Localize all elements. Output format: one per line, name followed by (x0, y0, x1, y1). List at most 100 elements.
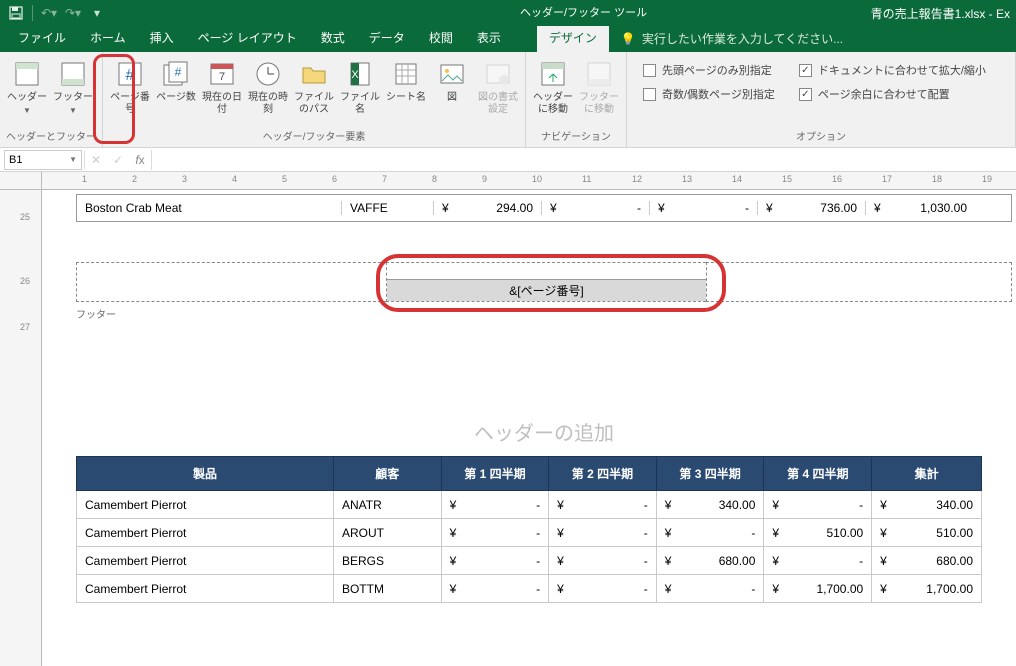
ruler-corner (0, 172, 42, 190)
window-filename: 青の売上報告書1.xlsx - Ex (871, 5, 1010, 22)
page-count-button[interactable]: # ページ数 (155, 56, 197, 106)
calendar-icon: 7 (206, 58, 238, 90)
col-q3[interactable]: 第 3 四半期 (656, 457, 764, 491)
opt-odd-even-different[interactable]: 奇数/偶数ページ別指定 (643, 86, 775, 102)
sheet-icon (390, 58, 422, 90)
name-box[interactable]: B1 ▼ (4, 150, 82, 170)
header-button[interactable]: ヘッダー▼ (6, 56, 48, 118)
col-q4[interactable]: 第 4 四半期 (764, 457, 872, 491)
footer-button[interactable]: フッター▼ (52, 56, 94, 118)
group-navigation: ヘッダーに移動 フッターに移動 ナビゲーション (526, 52, 627, 147)
col-q2[interactable]: 第 2 四半期 (549, 457, 657, 491)
chevron-down-icon: ▼ (69, 155, 77, 164)
group-options: 先頭ページのみ別指定 奇数/偶数ページ別指定 ✓ドキュメントに合わせて拡大/縮小… (627, 52, 1016, 147)
footer-code-text: &[ページ番号] (387, 279, 706, 301)
format-picture-button: 図の書式設定 (477, 56, 519, 118)
footer-center-section[interactable]: &[ページ番号] (386, 262, 706, 302)
tab-review[interactable]: 校閲 (417, 24, 465, 52)
table-row[interactable]: Camembert PierrotBOTTM¥-¥-¥-¥1,700.00¥1,… (77, 575, 982, 603)
group-label-navigation: ナビゲーション (532, 126, 620, 145)
table-row[interactable]: Camembert PierrotANATR¥-¥-¥340.00¥-¥340.… (77, 491, 982, 519)
col-product[interactable]: 製品 (77, 457, 334, 491)
svg-text:#: # (126, 67, 135, 84)
page-number-icon: # (114, 58, 146, 90)
formula-input[interactable] (151, 150, 1016, 170)
tab-page-layout[interactable]: ページ レイアウト (186, 24, 309, 52)
goto-footer-icon (583, 58, 615, 90)
tellme-placeholder: 実行したい作業を入力してください... (642, 30, 843, 47)
quick-access-toolbar: ↶▾ ↷▾ ▾ (0, 3, 107, 23)
table-row[interactable]: Boston Crab Meat VAFFE ¥294.00 ¥- ¥- ¥73… (76, 194, 1012, 222)
fx-icon[interactable]: fx (129, 153, 151, 167)
header-icon (11, 58, 43, 90)
footer-edit-area: &[ページ番号] フッター (76, 262, 1012, 321)
table-header-row: 製品 顧客 第 1 四半期 第 2 四半期 第 3 四半期 第 4 四半期 集計 (77, 457, 982, 491)
tab-design[interactable]: デザイン (537, 24, 609, 52)
title-bar: ↶▾ ↷▾ ▾ ヘッダー/フッター ツール 青の売上報告書1.xlsx - Ex (0, 0, 1016, 26)
checkbox-icon (643, 88, 656, 101)
formula-bar: B1 ▼ ✕ ✓ fx (0, 148, 1016, 172)
page-content: Boston Crab Meat VAFFE ¥294.00 ¥- ¥- ¥73… (76, 194, 1012, 603)
file-name-button[interactable]: X ファイル名 (339, 56, 381, 118)
col-q1[interactable]: 第 1 四半期 (441, 457, 549, 491)
clock-icon (252, 58, 284, 90)
checkbox-checked-icon: ✓ (799, 88, 812, 101)
table-row[interactable]: Camembert PierrotAROUT¥-¥-¥-¥510.00¥510.… (77, 519, 982, 547)
file-path-button[interactable]: ファイルのパス (293, 56, 335, 118)
context-tool-title: ヘッダー/フッター ツール (520, 4, 647, 20)
footer-icon (57, 58, 89, 90)
tab-insert[interactable]: 挿入 (138, 24, 186, 52)
save-icon[interactable] (6, 3, 26, 23)
goto-header-button[interactable]: ヘッダーに移動 (532, 56, 574, 118)
tab-formulas[interactable]: 数式 (309, 24, 357, 52)
folder-icon (298, 58, 330, 90)
opt-first-page-different[interactable]: 先頭ページのみ別指定 (643, 62, 775, 78)
svg-text:7: 7 (219, 71, 225, 83)
group-elements: # ページ番号 # ページ数 7 現在の日付 現在の時刻 ファイルのパス X フ (103, 52, 526, 147)
excel-file-icon: X (344, 58, 376, 90)
group-label-options: オプション (633, 126, 1009, 145)
undo-icon[interactable]: ↶▾ (39, 3, 59, 23)
page-count-icon: # (160, 58, 192, 90)
tab-file[interactable]: ファイル (6, 24, 78, 52)
redo-icon[interactable]: ↷▾ (63, 3, 83, 23)
picture-icon (436, 58, 468, 90)
vertical-ruler: 25 26 27 (0, 190, 42, 666)
format-picture-icon (482, 58, 514, 90)
opt-scale-with-doc[interactable]: ✓ドキュメントに合わせて拡大/縮小 (799, 62, 986, 78)
enter-formula-icon: ✓ (107, 153, 129, 167)
goto-header-icon (537, 58, 569, 90)
ribbon-tabs: ファイル ホーム 挿入 ページ レイアウト 数式 データ 校閲 表示 デザイン … (0, 26, 1016, 52)
opt-align-margins[interactable]: ✓ページ余白に合わせて配置 (799, 86, 986, 102)
picture-button[interactable]: 図 (431, 56, 473, 106)
footer-label: フッター (76, 306, 1012, 321)
current-date-button[interactable]: 7 現在の日付 (201, 56, 243, 118)
lightbulb-icon: 💡 (621, 32, 636, 46)
footer-right-section[interactable] (706, 262, 1012, 302)
page-number-button[interactable]: # ページ番号 (109, 56, 151, 118)
tab-view[interactable]: 表示 (465, 24, 513, 52)
tab-data[interactable]: データ (357, 24, 417, 52)
col-total[interactable]: 集計 (872, 457, 982, 491)
sheet-name-button[interactable]: シート名 (385, 56, 427, 106)
group-header-footer: ヘッダー▼ フッター▼ ヘッダーとフッター (0, 52, 103, 147)
horizontal-ruler: 1 2 3 4 5 6 7 8 9 10 11 12 13 14 15 16 1… (42, 172, 1016, 190)
svg-text:X: X (351, 69, 359, 81)
col-customer[interactable]: 顧客 (333, 457, 441, 491)
table-row[interactable]: Camembert PierrotBERGS¥-¥-¥680.00¥-¥680.… (77, 547, 982, 575)
cell-customer: VAFFE (341, 201, 433, 215)
footer-left-section[interactable] (76, 262, 386, 302)
qat-customize-icon[interactable]: ▾ (87, 3, 107, 23)
cancel-formula-icon: ✕ (85, 153, 107, 167)
group-label-elements: ヘッダー/フッター要素 (109, 126, 519, 145)
header-add-placeholder[interactable]: ヘッダーの追加 (76, 417, 1012, 446)
checkbox-checked-icon: ✓ (799, 64, 812, 77)
tab-home[interactable]: ホーム (78, 24, 138, 52)
tellme-box[interactable]: 💡 実行したい作業を入力してください... (609, 25, 855, 52)
next-page: ヘッダーの追加 製品 顧客 第 1 四半期 第 2 四半期 第 3 四半期 第 … (76, 417, 1012, 603)
group-label-header-footer: ヘッダーとフッター (6, 126, 96, 145)
cell-product: Boston Crab Meat (77, 201, 341, 215)
goto-footer-button: フッターに移動 (578, 56, 620, 118)
current-time-button[interactable]: 現在の時刻 (247, 56, 289, 118)
ribbon: ヘッダー▼ フッター▼ ヘッダーとフッター # ページ番号 # ページ数 7 現… (0, 52, 1016, 148)
